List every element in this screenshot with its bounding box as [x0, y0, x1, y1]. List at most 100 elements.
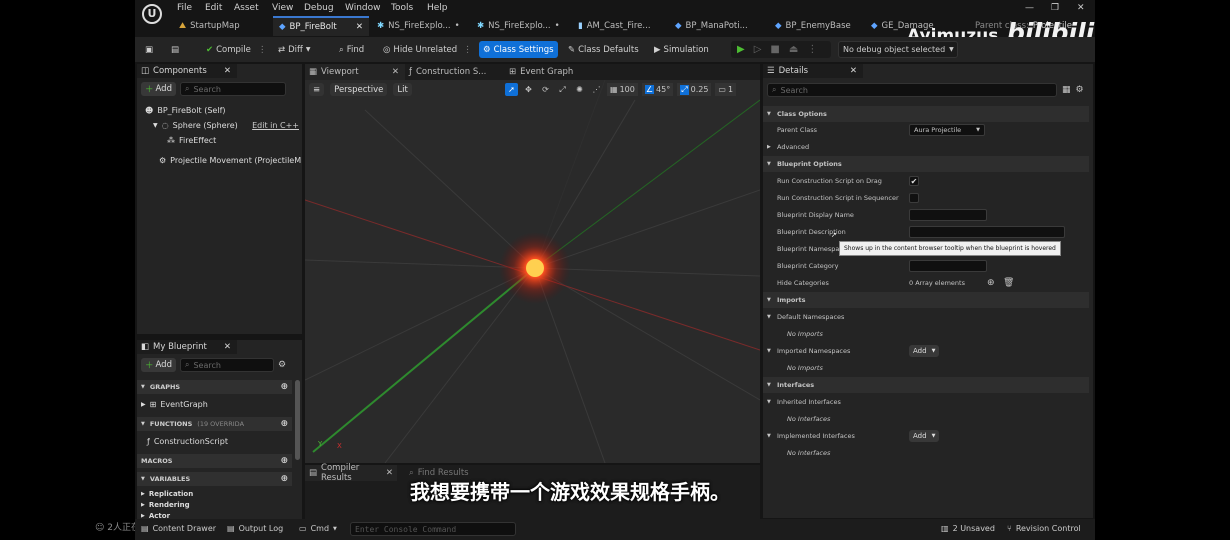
imports-section[interactable]: ▼ Imports [763, 292, 1089, 308]
console-input[interactable]: Enter Console Command [350, 522, 516, 536]
tab-startupmap[interactable]: ⛰ StartupMap [175, 16, 270, 36]
blueprint-options-section[interactable]: ▼ Blueprint Options [763, 156, 1089, 172]
category-input[interactable] [909, 260, 987, 272]
run-in-sequencer-checkbox[interactable] [909, 193, 919, 203]
components-tab[interactable]: ◫ Components ✕ [137, 64, 237, 78]
save-button[interactable]: ▣ [141, 41, 157, 58]
menu-view[interactable]: View [272, 3, 293, 13]
blueprint-search-input[interactable]: ⌕ Search [179, 358, 274, 372]
perspective-button[interactable]: Perspective [330, 83, 388, 96]
construction-script-item[interactable]: ƒ ConstructionScript [147, 437, 228, 446]
display-name-input[interactable] [909, 209, 987, 221]
add-import-button[interactable]: Add ▼ [909, 345, 940, 357]
viewport-menu-button[interactable]: ≡ [309, 83, 325, 96]
inherited-interfaces-row[interactable]: ▼ Inherited Interfaces [763, 394, 1089, 410]
description-input[interactable] [909, 226, 1065, 238]
my-blueprint-tab[interactable]: ◧ My Blueprint ✕ [137, 340, 237, 354]
tab-construction-script[interactable]: ƒ Construction S... [409, 64, 499, 80]
replication-category[interactable]: ▶ Replication [141, 490, 193, 498]
parent-class-select[interactable]: Aura Projectile ▼ [909, 124, 985, 136]
advanced-row[interactable]: ▶ Advanced [763, 139, 1089, 155]
menu-edit[interactable]: Edit [205, 3, 222, 13]
eject-icon[interactable]: ⏏ [789, 44, 798, 55]
tab-bp-firebolt[interactable]: ◆ BP_FireBolt ✕ [273, 16, 369, 36]
step-icon[interactable]: ▷ [754, 44, 762, 55]
add-function-icon[interactable]: ⊕ [280, 419, 288, 429]
component-projectile-movement[interactable]: ⚙ Projectile Movement (ProjectileM [159, 156, 301, 165]
rendering-category[interactable]: ▶ Rendering [141, 501, 190, 509]
close-window-icon[interactable]: ✕ [1077, 3, 1085, 13]
class-settings-button[interactable]: ⚙ Class Settings [479, 41, 558, 58]
simulation-button[interactable]: ▶ Simulation [650, 41, 713, 58]
component-fire-effect[interactable]: ⁂ FireEffect [167, 136, 216, 145]
kebab-icon[interactable]: ⋮ [463, 45, 472, 55]
components-search-input[interactable]: ⌕ Search [179, 82, 286, 96]
add-interface-button[interactable]: Add ▼ [909, 430, 940, 442]
rotate-icon[interactable]: ⟳ [539, 85, 552, 94]
close-tab-icon[interactable]: ✕ [392, 67, 399, 77]
scale-snap-button[interactable]: ⤢ 0.25 [677, 83, 712, 96]
table-view-icon[interactable]: ▦ [1062, 85, 1071, 95]
world-icon[interactable]: ✺ [573, 85, 586, 94]
content-drawer-button[interactable]: ▤ Content Drawer [141, 524, 216, 533]
debug-object-select[interactable]: No debug object selected ▼ [838, 41, 958, 58]
maximize-icon[interactable]: ❐ [1051, 3, 1059, 13]
variables-section[interactable]: ▼ VARIABLES ⊕ [137, 472, 292, 486]
camera-speed-button[interactable]: ▭ 1 [715, 83, 737, 96]
tab-bp-enemybase[interactable]: ◆ BP_EnemyBase [775, 16, 865, 36]
menu-help[interactable]: Help [427, 3, 448, 13]
find-button[interactable]: ⌕ Find [335, 41, 368, 58]
scale-icon[interactable]: ⤢ [556, 85, 569, 95]
implemented-interfaces-row[interactable]: ▼ Implemented Interfaces Add ▼ [763, 428, 1089, 444]
tab-compiler-results[interactable]: ▤ Compiler Results ✕ [305, 463, 397, 483]
minimize-icon[interactable]: — [1025, 3, 1034, 13]
component-sphere[interactable]: ▼ ◌ Sphere (Sphere) Edit in C++ [153, 121, 299, 130]
settings-gear-icon[interactable]: ⚙ [1076, 85, 1084, 95]
compile-button[interactable]: ✔ Compile ⋮ [202, 41, 270, 58]
add-variable-icon[interactable]: ⊕ [280, 474, 288, 484]
lit-button[interactable]: Lit [393, 83, 412, 96]
add-macro-icon[interactable]: ⊕ [280, 456, 288, 466]
imported-namespaces-row[interactable]: ▼ Imported Namespaces Add ▼ [763, 343, 1089, 359]
tab-viewport[interactable]: ▦ Viewport ✕ [305, 64, 405, 80]
graphs-section[interactable]: ▼ GRAPHS ⊕ [137, 380, 292, 394]
class-options-section[interactable]: ▼ Class Options [763, 106, 1089, 122]
tab-bp-manapoti[interactable]: ◆ BP_ManaPoti... [675, 16, 770, 36]
tab-am-cast-fire[interactable]: ▮ AM_Cast_Fire... [578, 16, 670, 36]
interfaces-section[interactable]: ▼ Interfaces [763, 377, 1089, 393]
more-icon[interactable]: ⋮ [807, 44, 817, 55]
details-tab[interactable]: ☰ Details ✕ [763, 64, 863, 78]
default-namespaces-row[interactable]: ▼ Default Namespaces [763, 309, 1089, 325]
revision-control-button[interactable]: ⑂ Revision Control [1007, 524, 1081, 533]
close-tab-icon[interactable]: ✕ [224, 66, 231, 76]
details-search-input[interactable]: ⌕ Search [767, 83, 1057, 97]
functions-section[interactable]: ▼ FUNCTIONS (19 OVERRIDA ⊕ [137, 417, 292, 431]
hide-unrelated-button[interactable]: ◎ Hide Unrelated ⋮ [379, 41, 476, 58]
add-element-icon[interactable]: ⊕ [987, 278, 995, 288]
event-graph-item[interactable]: ▶ ⊞ EventGraph [141, 400, 208, 409]
stop-icon[interactable]: ■ [770, 44, 779, 55]
settings-gear-icon[interactable]: ⚙ [278, 360, 286, 370]
menu-tools[interactable]: Tools [391, 3, 413, 13]
menu-window[interactable]: Window [345, 3, 381, 13]
tab-ns-fireexplo-1[interactable]: ✱ NS_FireExplo... • [377, 16, 467, 36]
tab-ns-fireexplo-2[interactable]: ✱ NS_FireExplo... • [477, 16, 567, 36]
cmd-select[interactable]: ▭ Cmd ▼ [299, 524, 337, 533]
close-tab-icon[interactable]: ✕ [850, 66, 857, 76]
move-icon[interactable]: ✥ [522, 85, 535, 94]
add-graph-icon[interactable]: ⊕ [280, 382, 288, 392]
add-member-button[interactable]: ＋ Add [141, 358, 176, 372]
close-tab-icon[interactable]: ✕ [224, 342, 231, 352]
edit-in-cpp-link[interactable]: Edit in C++ [252, 121, 299, 130]
unreal-logo-icon[interactable]: U [142, 4, 162, 24]
run-on-drag-checkbox[interactable]: ✔ [909, 176, 919, 186]
viewport[interactable]: ≡ Perspective Lit ➚ ✥ ⟳ ⤢ ✺ ⋰ ▦ 100 ∠ 45° … [305, 80, 760, 463]
menu-file[interactable]: File [177, 3, 192, 13]
macros-section[interactable]: MACROS ⊕ [137, 454, 292, 468]
class-defaults-button[interactable]: ✎ Class Defaults [564, 41, 643, 58]
diff-button[interactable]: ⇄ Diff ▼ [274, 41, 315, 58]
close-tab-icon[interactable]: ✕ [356, 22, 363, 32]
angle-snap-button[interactable]: ∠ 45° [641, 83, 674, 96]
menu-asset[interactable]: Asset [234, 3, 259, 13]
component-root[interactable]: ☻ BP_FireBolt (Self) [145, 106, 226, 115]
